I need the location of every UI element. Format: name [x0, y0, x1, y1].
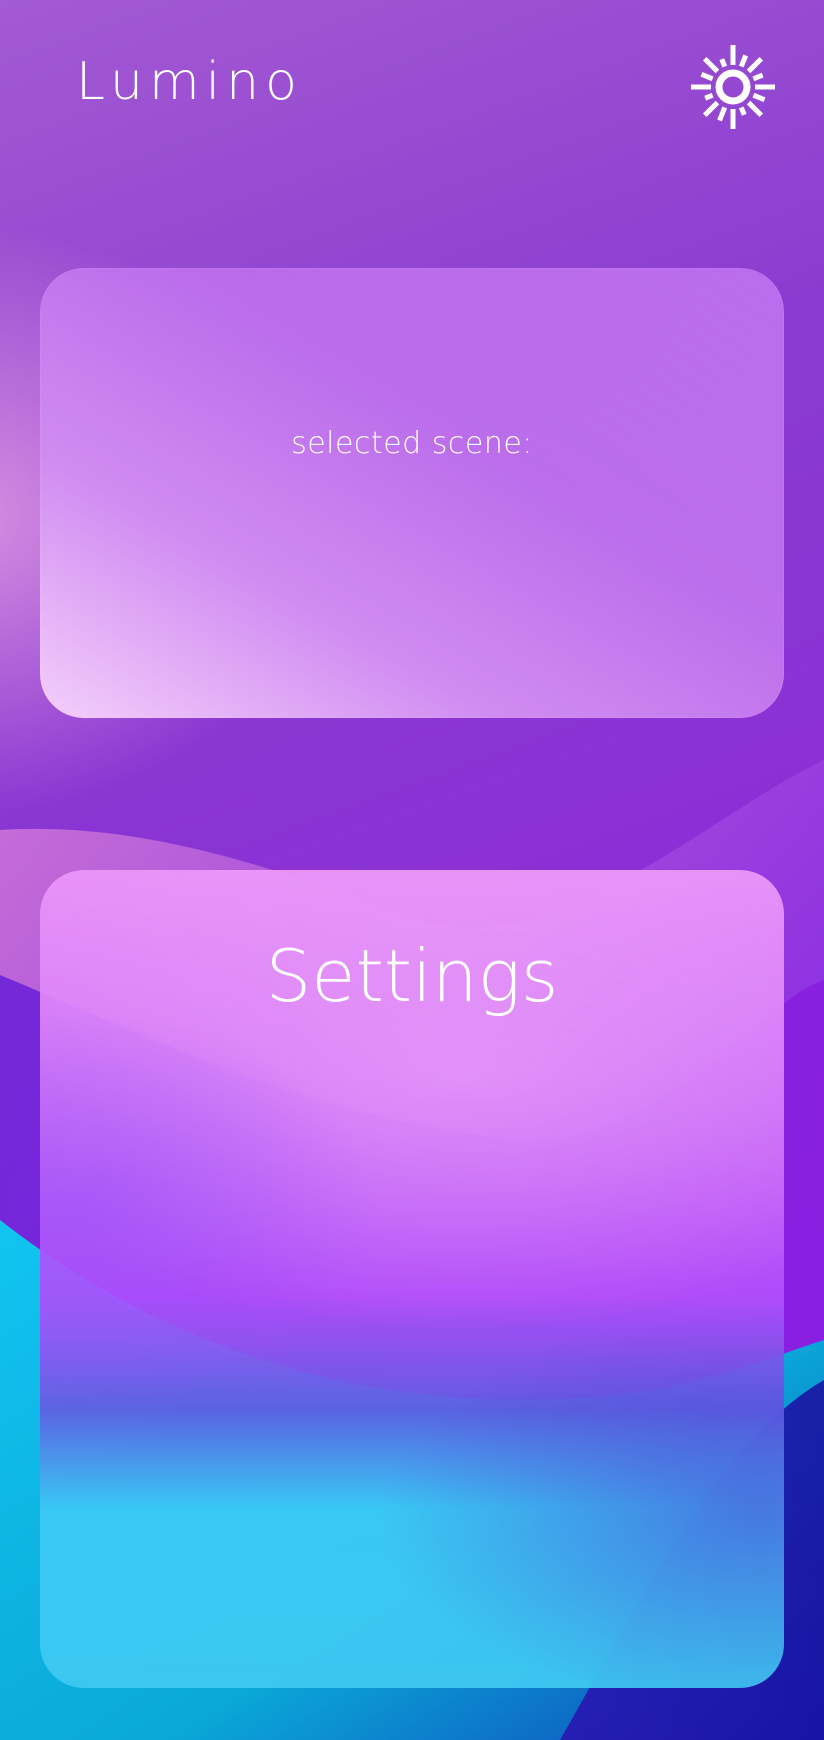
sunburst-icon[interactable] [688, 42, 778, 132]
sunburst-icon-graphic [691, 45, 775, 129]
settings-card[interactable]: Settings [40, 870, 784, 1688]
selected-scene-card[interactable]: selected scene: [40, 268, 784, 718]
settings-title: Settings [265, 934, 559, 1018]
selected-scene-label: selected scene: [291, 426, 533, 461]
app-title: Lumino [76, 52, 303, 112]
